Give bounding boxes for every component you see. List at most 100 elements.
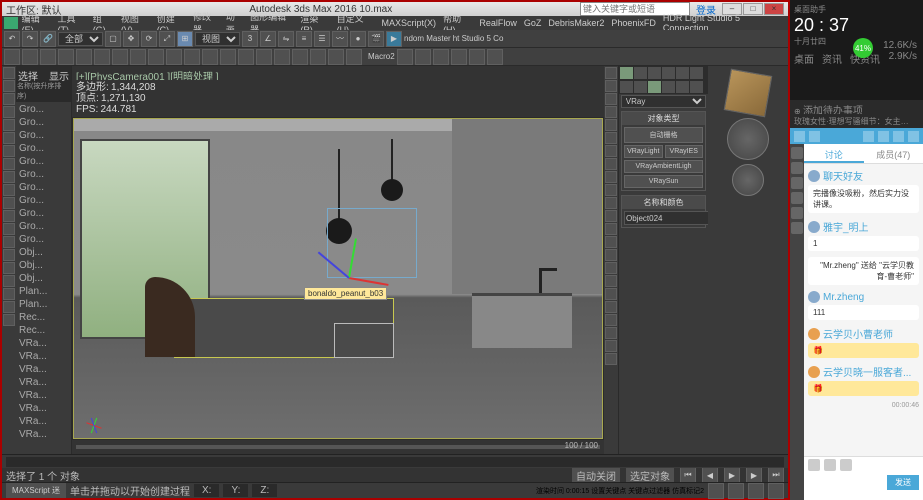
random-master[interactable]: ndom Master [404,34,451,43]
scene-item[interactable]: Gro... [17,116,70,129]
lt-16[interactable] [3,262,15,274]
rt-5[interactable] [605,119,617,131]
motion-tab[interactable] [662,67,675,79]
tb2-7[interactable] [112,49,128,65]
snap-toggle[interactable]: 3 [242,31,258,47]
scene-item[interactable]: Gro... [17,168,70,181]
scene-item[interactable]: VRa... [17,415,70,428]
zoom-ext[interactable] [708,483,724,499]
tb2-21[interactable] [397,49,413,65]
link-button[interactable]: 🔗 [40,31,56,47]
vrayies-button[interactable]: VRayIES [665,145,704,158]
scene-item[interactable]: Gro... [17,207,70,220]
play-button[interactable]: ▶ [724,467,740,483]
lt-14[interactable] [3,236,15,248]
rt-4[interactable] [605,106,617,118]
auto-key[interactable]: 自动关闭 [572,467,620,484]
tb2-13[interactable] [220,49,236,65]
move-button[interactable]: ✥ [123,31,139,47]
scene-item[interactable]: Gro... [17,181,70,194]
snap-button[interactable]: ⊞ [177,31,193,47]
scene-item[interactable]: VRa... [17,389,70,402]
time-slider[interactable]: 100 / 100 [72,440,604,454]
scene-item[interactable]: Gro... [17,194,70,207]
rt-18[interactable] [605,288,617,300]
tb2-17[interactable] [292,49,308,65]
scene-item[interactable]: VRa... [17,376,70,389]
coord-y[interactable]: Y: [223,484,248,497]
chat-messages[interactable]: 聊天好友完播像没吸粉，然后实力没讲课。 雅宇_明上1 "Mr.zheng" 送给… [804,164,923,456]
rt-17[interactable] [605,275,617,287]
coord-x[interactable]: X: [194,484,219,497]
tb2-10[interactable] [166,49,182,65]
rt-1[interactable] [605,67,617,79]
vraysun-button[interactable]: VRaySun [624,175,703,188]
app-menu-icon[interactable] [4,17,18,29]
play-next[interactable]: ▶ [746,467,762,483]
viewport[interactable]: bonaldo_peanut_b03 [73,118,603,439]
gizmo-x-axis[interactable] [348,277,388,286]
lt-6[interactable] [3,132,15,144]
shape-cat[interactable] [634,81,647,93]
lt-15[interactable] [3,249,15,261]
hierarchy-tab[interactable] [648,67,661,79]
lt-10[interactable] [3,184,15,196]
tb2-12[interactable] [202,49,218,65]
selected-obj[interactable]: 选定对象 [626,467,674,484]
rt-15[interactable] [605,249,617,261]
ctl-rec-icon[interactable] [791,207,803,219]
scene-item[interactable]: VRa... [17,428,70,441]
scene-item[interactable]: Obj... [17,259,70,272]
scene-item[interactable]: Rec... [17,324,70,337]
tb2-15[interactable] [256,49,272,65]
light-cat[interactable] [648,81,661,93]
render-setup[interactable]: 🎬 [368,31,384,47]
se-select[interactable]: 选择 [18,68,38,78]
tb2-22[interactable] [415,49,431,65]
selection-filter[interactable]: 全部 [58,32,103,46]
chat-hdr-3[interactable] [878,131,889,142]
scene-item[interactable]: Gro... [17,233,70,246]
scene-item[interactable]: Obj... [17,246,70,259]
lt-13[interactable] [3,223,15,235]
lt-4[interactable] [3,106,15,118]
name-color-rollout[interactable]: 名称和颜色 [622,196,705,209]
lt-7[interactable] [3,145,15,157]
chat-hdr-4[interactable] [893,131,904,142]
chat-tab-discuss[interactable]: 讨论 [804,144,864,163]
maxscript-tab[interactable]: MAXScript 迷 [6,483,66,498]
mirror-button[interactable]: ⇋ [278,31,294,47]
chat-header[interactable] [790,128,923,144]
rt-10[interactable] [605,184,617,196]
chat-tab-members[interactable]: 成员(47) [864,144,923,163]
tb2-11[interactable] [184,49,200,65]
render-button[interactable]: ▶ [386,31,402,47]
lt-12[interactable] [3,210,15,222]
modify-tab[interactable] [634,67,647,79]
align-button[interactable]: ≡ [296,31,312,47]
vrayambient-button[interactable]: VRayAmbientLigh [624,160,703,173]
rt-20[interactable] [605,314,617,326]
ctl-speaker-icon[interactable] [791,162,803,174]
tb2-4[interactable] [58,49,74,65]
camera-cat[interactable] [662,81,675,93]
orbit-view[interactable] [768,483,784,499]
se-display[interactable]: 显示 [49,68,69,78]
menu-debris[interactable]: DebrisMaker2 [545,18,607,28]
tb2-20[interactable] [346,49,362,65]
utilities-tab[interactable] [690,67,703,79]
menu-goz[interactable]: GoZ [521,18,545,28]
nav-wheel-2[interactable] [732,164,764,196]
autogrid-check[interactable]: 自动栅格 [624,127,703,143]
lt-18[interactable] [3,288,15,300]
rotate-button[interactable]: ⟳ [141,31,157,47]
rt-9[interactable] [605,171,617,183]
hdr-studio[interactable]: ht Studio 5 Co [453,34,504,43]
redo-button[interactable]: ↷ [22,31,38,47]
rt-19[interactable] [605,301,617,313]
chat-back-icon[interactable] [794,131,805,142]
se-sort[interactable]: 名称(按升序排序) [16,80,71,102]
todo-bar[interactable]: ⊕ 添加待办事项 [790,100,923,114]
news-item[interactable]: 玫瑰女性·理想写骚细节：女主… [790,114,923,128]
tb2-3[interactable] [40,49,56,65]
